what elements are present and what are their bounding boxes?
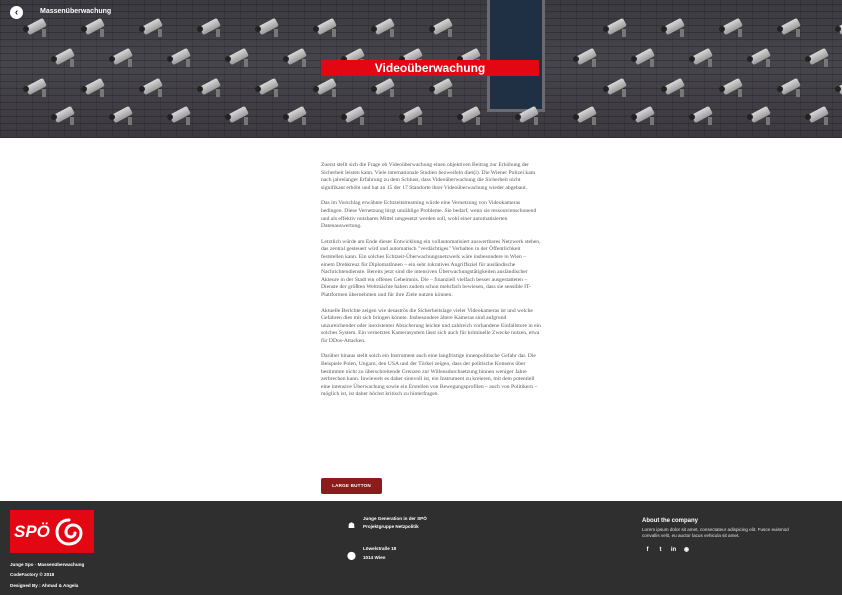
security-camera-icon: [194, 17, 221, 37]
spo-swirl-icon: [55, 518, 83, 546]
security-camera-icon: [774, 77, 801, 97]
large-button[interactable]: LARGE BUTTON: [321, 478, 382, 494]
security-camera-icon: [774, 17, 801, 37]
location-pin-icon: ⬤: [347, 551, 356, 560]
security-camera-icon: [136, 77, 163, 97]
footer-designed-by: Designed By : Ahmad & Angela: [10, 583, 79, 588]
security-camera-icon: [658, 17, 685, 37]
security-camera-icon: [396, 105, 423, 125]
security-camera-icon: [628, 105, 655, 125]
security-camera-icon: [310, 77, 337, 97]
article-paragraph: Letztlich würde am Ende dieser Entwicklu…: [321, 238, 541, 298]
footer-address-line2: 1014 Wien: [363, 555, 386, 560]
group-icon: ☗: [347, 521, 356, 530]
security-camera-icon: [802, 47, 829, 67]
security-camera-icon: [600, 77, 627, 97]
footer-org-line2: Projektgruppe Netzpolitik: [363, 524, 419, 529]
security-camera-icon: [368, 17, 395, 37]
security-camera-icon: [252, 77, 279, 97]
linkedin-icon[interactable]: in: [669, 546, 678, 555]
security-camera-icon: [658, 77, 685, 97]
hero-door: [487, 0, 545, 112]
footer-copyright: CodeFactory © 2018: [10, 572, 55, 577]
security-camera-icon: [744, 105, 771, 125]
arrow-left-icon[interactable]: ‹: [10, 6, 23, 19]
security-camera-icon: [106, 47, 133, 67]
hero-title: Videoüberwachung: [321, 60, 539, 76]
security-camera-icon: [222, 47, 249, 67]
security-camera-icon: [454, 105, 481, 125]
security-camera-icon: [78, 77, 105, 97]
about-text: Lorem ipsum dolor sit amet, consectateur…: [642, 527, 789, 538]
article-paragraph: Zuerst stellt sich die Frage ob Videoübe…: [321, 162, 536, 191]
spo-logo[interactable]: SPÖ: [10, 510, 94, 553]
security-camera-icon: [716, 77, 743, 97]
security-camera-icon: [280, 47, 307, 67]
security-camera-icon: [832, 77, 842, 96]
security-camera-icon: [686, 47, 713, 67]
facebook-icon[interactable]: f: [643, 546, 652, 555]
security-camera-icon: [222, 105, 249, 125]
github-icon[interactable]: ◉: [682, 546, 691, 555]
page-title: Massenüberwachung: [40, 8, 112, 15]
security-camera-icon: [106, 105, 133, 125]
security-camera-icon: [570, 47, 597, 67]
security-camera-icon: [744, 47, 771, 67]
security-camera-icon: [252, 17, 279, 37]
security-camera-icon: [426, 17, 453, 37]
security-camera-icon: [78, 17, 105, 37]
security-camera-icon: [48, 47, 75, 67]
security-camera-icon: [716, 17, 743, 37]
security-camera-icon: [802, 105, 829, 125]
security-camera-icon: [832, 17, 842, 36]
security-camera-icon: [20, 17, 47, 37]
security-camera-icon: [136, 17, 163, 37]
article-paragraph: Das im Vorschlag erwähnte Echtzeitstream…: [321, 200, 537, 230]
footer-org-line1: Junge Generation in der SPÖ: [363, 516, 427, 521]
security-camera-icon: [600, 17, 627, 37]
footer-address-line1: Löwelstraße 18: [363, 546, 397, 551]
security-camera-icon: [512, 105, 539, 125]
security-camera-icon: [164, 105, 191, 125]
security-camera-icon: [686, 105, 713, 125]
security-camera-icon: [194, 77, 221, 97]
about-title: About the company: [642, 518, 699, 524]
security-camera-icon: [426, 77, 453, 97]
security-camera-icon: [570, 105, 597, 125]
security-camera-icon: [628, 47, 655, 67]
footer-site-line: Junge Spo · Massenüberwachung: [10, 562, 85, 567]
hero-banner: ‹ Massenüberwachung Videoüberwachung: [0, 0, 842, 138]
security-camera-icon: [48, 105, 75, 125]
twitter-icon[interactable]: t: [656, 546, 665, 555]
security-camera-icon: [20, 77, 47, 97]
footer: SPÖ Junge Spo · Massenüberwachung CodeFa…: [0, 501, 842, 595]
security-camera-icon: [310, 17, 337, 37]
security-camera-icon: [280, 105, 307, 125]
security-camera-icon: [164, 47, 191, 67]
article-paragraph: Aktuelle Berichte zeigen wie desaströs d…: [321, 307, 541, 344]
article-paragraph: Darüber hinaus stellt solch ein Instrume…: [321, 353, 538, 398]
article-body: Zuerst stellt sich die Frage ob Videoübe…: [321, 162, 541, 407]
security-camera-icon: [368, 77, 395, 97]
security-camera-icon: [338, 105, 365, 125]
logo-text: SPÖ: [14, 521, 50, 541]
